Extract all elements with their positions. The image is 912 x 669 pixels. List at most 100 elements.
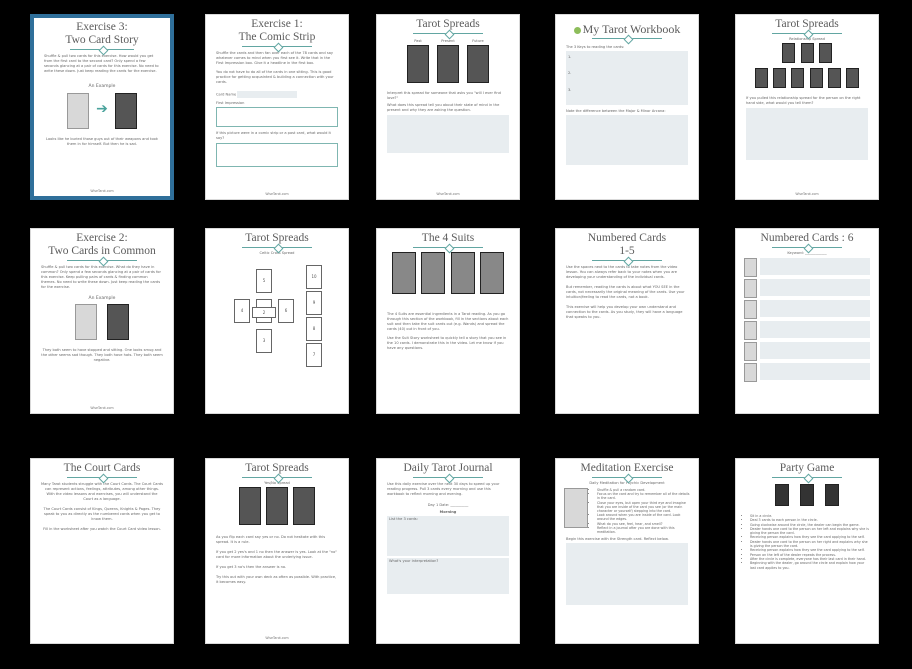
page-footer: WiseTarot.com	[90, 406, 114, 410]
page-numbered-cards-1-5[interactable]: Numbered Cards 1-5 Use the spaces next t…	[555, 228, 699, 414]
arcana-question: Note the difference between the Major & …	[566, 109, 666, 113]
question-2: What does this spread tell you about the…	[387, 103, 500, 112]
card-image	[744, 321, 757, 340]
example-label: An Example	[88, 296, 116, 301]
divider	[67, 477, 137, 478]
page-title: Tarot Spreads	[245, 232, 309, 244]
list-item: Dealer hands one card to the person on h…	[750, 540, 870, 549]
page-title: My Tarot Workbook	[556, 23, 698, 36]
answer-box[interactable]	[566, 115, 688, 165]
page-exercise-2[interactable]: Exercise 2: Two Cards in Common Shuffle …	[30, 228, 174, 414]
card-image	[421, 252, 446, 294]
page-the-court-cards[interactable]: The Court Cards Many Tarot students stru…	[30, 458, 174, 644]
card-image	[437, 45, 459, 83]
card-note-row	[744, 342, 870, 361]
answer-box[interactable]	[387, 115, 509, 153]
spread-cards-bottom	[736, 68, 878, 92]
divider	[242, 477, 312, 478]
page-body-3: This exercise will help you develop your…	[566, 305, 683, 319]
list-item: Close your eyes, but open your third eye…	[597, 501, 690, 514]
card-image	[809, 68, 823, 88]
card-image	[106, 304, 129, 340]
divider	[70, 49, 134, 50]
page-body: Many Tarot students struggle with the Co…	[41, 482, 164, 501]
interpretation-box[interactable]: What's your interpretation?	[387, 558, 509, 594]
list-number: 1.	[568, 55, 572, 59]
page-meditation-exercise[interactable]: Meditation Exercise Daily Meditation for…	[555, 458, 699, 644]
card-image	[467, 45, 489, 83]
cards-box[interactable]: List the 3 cards:	[387, 516, 509, 556]
page-exercise-1[interactable]: Exercise 1: The Comic Strip Shuffle the …	[205, 14, 349, 200]
page-tarot-spreads-past-present-future[interactable]: Tarot Spreads Past Present Future Interp…	[376, 14, 520, 200]
reflection-box[interactable]	[566, 543, 688, 606]
card-image	[238, 487, 261, 525]
page-relationship-spread[interactable]: Tarot Spreads Relationship Spread If you…	[735, 14, 879, 200]
divider	[413, 477, 483, 478]
page-daily-tarot-journal[interactable]: Daily Tarot Journal Use this daily exerc…	[376, 458, 520, 644]
answer-box[interactable]: 1. 2. 3.	[566, 51, 688, 105]
notes-box[interactable]	[760, 300, 870, 317]
divider	[592, 38, 662, 39]
notes-box[interactable]	[760, 342, 870, 359]
card-slot: 8	[306, 317, 322, 341]
page-title: Party Game	[779, 462, 835, 474]
page-footer: WiseTarot.com	[795, 192, 819, 196]
page-the-4-suits[interactable]: The 4 Suits The 4 Suits are essential in…	[376, 228, 520, 414]
page-title: Exercise 2: Two Cards in Common	[48, 232, 156, 257]
divider	[67, 260, 137, 261]
card-slot: 3	[256, 329, 272, 353]
card-image	[744, 300, 757, 319]
position-label: Past	[414, 39, 422, 43]
divider	[413, 247, 483, 248]
page-body: Shuffle the cards and then fan over each…	[216, 51, 334, 65]
arrow-icon: ➔	[96, 101, 108, 117]
celtic-cross-layout: 5 4 1 2 6 3 10 9 8 7	[206, 255, 348, 385]
card-note-row	[744, 300, 870, 319]
page-yes-no-spread[interactable]: Tarot Spreads Yes/No Spread As you flip …	[205, 458, 349, 644]
page-exercise-3[interactable]: Exercise 3: Two Card Story Shuffle & pul…	[30, 14, 174, 200]
divider	[242, 247, 312, 248]
question-text: If you pulled this relationship spread f…	[746, 96, 861, 105]
answer-box[interactable]	[216, 143, 338, 167]
answer-box[interactable]	[746, 108, 868, 160]
page-title: Exercise 1: The Comic Strip	[238, 18, 316, 43]
list-label: List the 3 cards:	[389, 517, 418, 521]
page-body: Use this daily exercise over the next 30…	[387, 482, 500, 496]
page-body-4: Try this out with your own deck as often…	[216, 575, 337, 584]
list-item: Dealer hands one card to the person on h…	[750, 527, 870, 536]
example-label: An Example	[88, 84, 116, 89]
notes-box[interactable]	[760, 258, 870, 275]
game-rules: Sit in a circle. Deal 3 cards to each pe…	[736, 514, 870, 570]
list-number: 2.	[568, 71, 572, 75]
notes-box[interactable]	[760, 321, 870, 338]
card-image	[744, 258, 757, 277]
card-image	[564, 488, 588, 528]
question-text: If this picture were in a comic strip or…	[216, 131, 331, 140]
card-name-label: Card Name	[206, 91, 348, 98]
page-my-tarot-workbook[interactable]: My Tarot Workbook The 3 Keys to reading …	[555, 14, 699, 200]
spread-cards-top	[736, 43, 878, 67]
meditation-steps: Shuffle & pull a random card. Focus on t…	[591, 488, 690, 534]
page-celtic-cross-spread[interactable]: Tarot Spreads Celtic Cross Spread 5 4 1 …	[205, 228, 349, 414]
page-body-2: You do not have to do all of the cards i…	[216, 70, 334, 84]
example-cards: ➔	[34, 93, 170, 133]
page-numbered-cards-6[interactable]: Numbered Cards : 6 Keyword: ____________	[735, 228, 879, 414]
page-title: The Court Cards	[63, 462, 141, 474]
divider	[772, 33, 842, 34]
page-title: Tarot Spreads	[416, 18, 480, 30]
position-label: Future	[472, 39, 484, 43]
page-title: Daily Tarot Journal	[403, 462, 493, 474]
workbook-page-grid: Exercise 3: Two Card Story Shuffle & pul…	[0, 0, 912, 669]
page-title: Tarot Spreads	[245, 462, 309, 474]
page-footer: WiseTarot.com	[265, 192, 289, 196]
notes-box[interactable]	[760, 363, 870, 380]
card-image	[800, 43, 814, 63]
card-note-row	[744, 363, 870, 382]
notes-box[interactable]	[760, 279, 870, 296]
morning-label: Morning	[439, 510, 457, 514]
page-party-game[interactable]: Party Game Sit in a circle. Deal 3 cards…	[735, 458, 879, 644]
first-impression-box[interactable]	[216, 107, 338, 127]
divider	[592, 260, 662, 261]
page-body-2: But remember, reading the cards is about…	[566, 285, 685, 299]
card-slot: 4	[234, 299, 250, 323]
